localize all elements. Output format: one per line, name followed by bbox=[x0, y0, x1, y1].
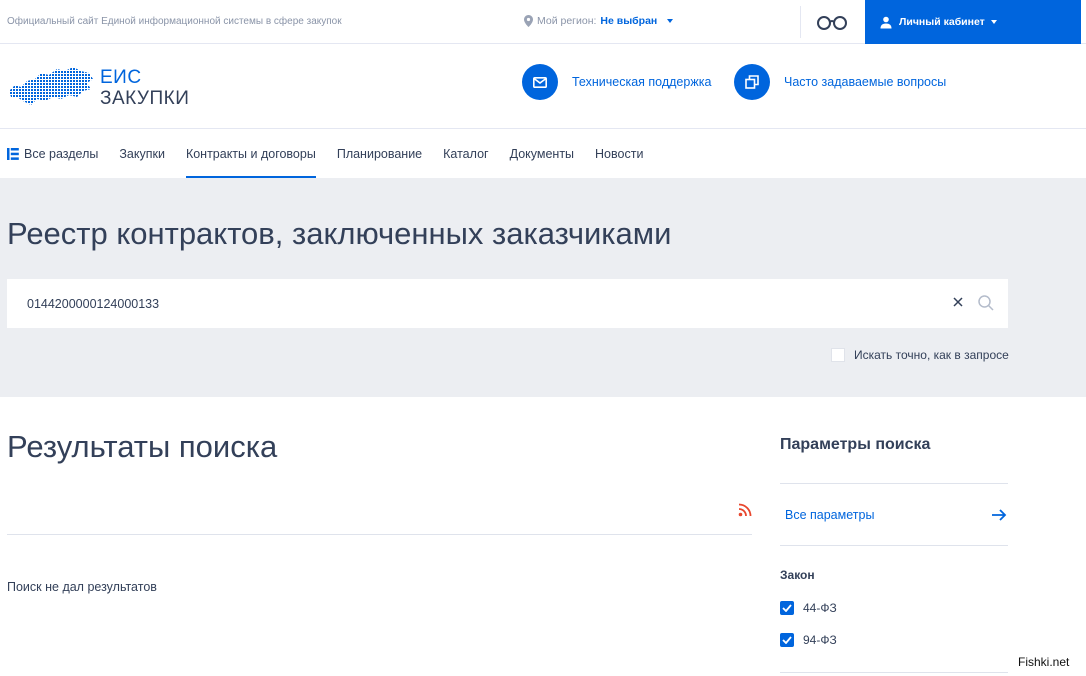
law-option-44fz[interactable]: 44-ФЗ bbox=[780, 601, 837, 615]
faq-label: Часто задаваемые вопросы bbox=[784, 75, 947, 89]
logo-line2: ЗАКУПКИ bbox=[100, 88, 190, 109]
chevron-down-icon bbox=[667, 19, 674, 23]
header: ЕИС ЗАКУПКИ Техническая поддержка Часто … bbox=[0, 45, 1086, 129]
divider bbox=[780, 545, 1008, 546]
nav-item-label: Контракты и договоры bbox=[185, 147, 316, 161]
close-icon[interactable] bbox=[950, 294, 966, 310]
law-option-label: 94-ФЗ bbox=[803, 633, 837, 647]
search-box bbox=[7, 279, 1008, 328]
arrow-right-icon bbox=[992, 509, 1007, 521]
rss-icon[interactable] bbox=[738, 503, 752, 517]
user-icon bbox=[880, 16, 892, 28]
copy-windows-icon bbox=[734, 64, 770, 100]
nav-item-all-sections[interactable]: Все разделы bbox=[7, 130, 98, 178]
search-icon[interactable] bbox=[977, 294, 995, 312]
faq-link[interactable]: Часто задаваемые вопросы bbox=[734, 64, 946, 100]
eis-logo[interactable]: ЕИС ЗАКУПКИ bbox=[7, 65, 197, 109]
nav-item-label: Документы bbox=[509, 147, 575, 161]
tech-support-link[interactable]: Техническая поддержка bbox=[522, 64, 711, 100]
checkbox[interactable] bbox=[831, 348, 845, 362]
logo-line1: ЕИС bbox=[100, 67, 142, 88]
watermark: Fishki.net bbox=[1018, 655, 1070, 669]
nav-item-documents[interactable]: Документы bbox=[510, 130, 574, 178]
empty-results-message: Поиск не дал результатов bbox=[7, 580, 157, 594]
search-params-title: Параметры поиска bbox=[780, 436, 931, 453]
nav-item-news[interactable]: Новости bbox=[595, 130, 643, 178]
law-option-94fz[interactable]: 94-ФЗ bbox=[780, 633, 837, 647]
search-input[interactable] bbox=[27, 293, 927, 315]
divider bbox=[800, 6, 801, 38]
region-value[interactable]: Не выбран bbox=[600, 15, 657, 27]
personal-cabinet-label: Личный кабинет bbox=[899, 16, 985, 28]
nav-item-purchases[interactable]: Закупки bbox=[119, 130, 165, 178]
all-params-label: Все параметры bbox=[785, 508, 875, 522]
nav-item-contracts[interactable]: Контракты и договоры bbox=[185, 130, 316, 178]
location-pin-icon bbox=[524, 15, 533, 27]
top-bar: Официальный сайт Единой информационной с… bbox=[0, 0, 1086, 44]
nav-item-label: Все разделы bbox=[24, 147, 99, 161]
site-description: Официальный сайт Единой информационной с… bbox=[7, 16, 342, 27]
chevron-down-icon bbox=[990, 20, 997, 24]
nav-item-planning[interactable]: Планирование bbox=[337, 130, 422, 178]
main-nav: Все разделы Закупки Контракты и договоры… bbox=[0, 130, 1086, 178]
law-option-label: 44-ФЗ bbox=[803, 601, 837, 615]
divider bbox=[7, 534, 752, 535]
nav-item-label: Каталог bbox=[443, 147, 489, 161]
region-label: Мой регион: bbox=[537, 15, 597, 27]
nav-item-label: Новости bbox=[595, 147, 644, 161]
all-params-link[interactable]: Все параметры bbox=[780, 485, 1008, 545]
region-selector[interactable]: Мой регион: Не выбран bbox=[524, 15, 674, 27]
law-filter-title: Закон bbox=[780, 568, 815, 582]
checkmark-icon bbox=[782, 604, 792, 612]
checkmark-icon bbox=[782, 636, 792, 644]
glasses-icon[interactable] bbox=[816, 13, 848, 31]
checkbox-checked[interactable] bbox=[780, 601, 794, 615]
page-title: Реестр контрактов, заключенных заказчика… bbox=[7, 216, 672, 251]
russia-map-logo-icon bbox=[9, 67, 93, 105]
exact-match-label: Искать точно, как в запросе bbox=[854, 348, 1009, 362]
logo-text: ЕИС ЗАКУПКИ bbox=[100, 67, 189, 109]
sections-grid-icon bbox=[7, 148, 19, 160]
nav-item-label: Планирование bbox=[336, 147, 423, 161]
results-title: Результаты поиска bbox=[7, 429, 278, 464]
nav-item-label: Закупки bbox=[119, 147, 165, 161]
search-section: Реестр контрактов, заключенных заказчика… bbox=[0, 178, 1086, 397]
divider bbox=[780, 483, 1008, 484]
checkbox-checked[interactable] bbox=[780, 633, 794, 647]
tech-support-label: Техническая поддержка bbox=[572, 75, 712, 89]
exact-match-checkbox[interactable]: Искать точно, как в запросе bbox=[831, 348, 1009, 362]
divider bbox=[780, 672, 1008, 673]
personal-cabinet-button[interactable]: Личный кабинет bbox=[865, 0, 1081, 44]
envelope-icon bbox=[522, 64, 558, 100]
nav-item-catalog[interactable]: Каталог bbox=[443, 130, 488, 178]
